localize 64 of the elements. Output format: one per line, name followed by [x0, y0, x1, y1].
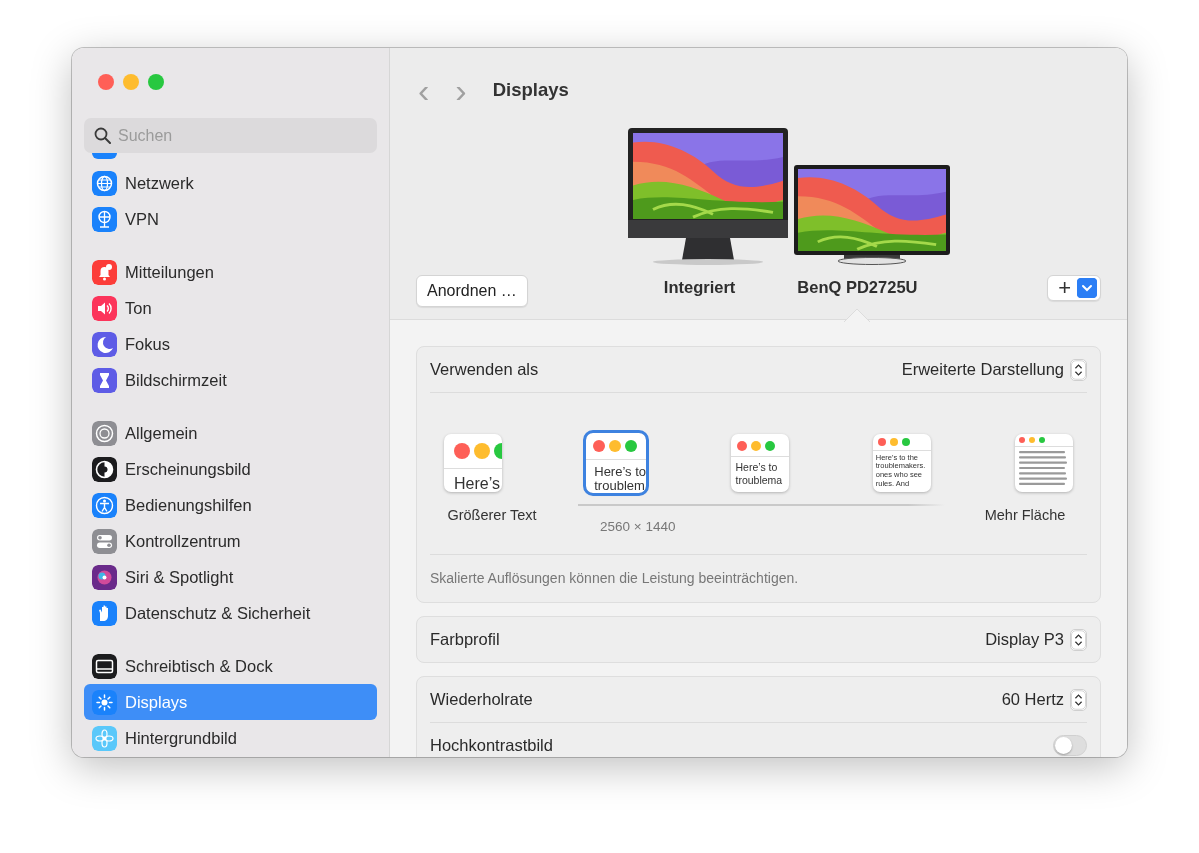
sidebar-item[interactable]: Bildschirmzeit [84, 362, 377, 398]
resolution-text: 2560 × 1440 [600, 518, 677, 536]
window-button[interactable] [148, 74, 164, 90]
sidebar-item[interactable]: Datenschutz & Sicherheit [84, 595, 377, 631]
sidebar-item[interactable]: Allgemein [84, 415, 377, 451]
use-as-popup[interactable]: Erweiterte Darstellung [901, 357, 1087, 382]
sidebar-item[interactable]: Fokus [84, 326, 377, 362]
scaling-option[interactable]: Here’s to troublem [586, 432, 647, 493]
display-tab[interactable]: BenQ PD2725U [797, 275, 918, 300]
window-dot [473, 442, 490, 459]
window-dot [593, 439, 606, 452]
scaling-option[interactable] [1015, 433, 1073, 492]
sample-text: Here’s to troublem [593, 462, 647, 493]
sidebar-item[interactable]: Hintergrundbild [84, 720, 377, 756]
stepper-icon [1070, 688, 1087, 711]
window-dot [453, 442, 470, 459]
sidebar-item[interactable]: Schreibtisch & Dock [84, 648, 377, 684]
refresh-rate-label: Wiederholrate [430, 689, 533, 711]
refresh-rate-popup[interactable]: 60 Hertz [1001, 687, 1087, 712]
arrange-button[interactable]: Anordnen … [416, 275, 528, 307]
app-icon [92, 153, 117, 159]
search-field[interactable]: Suchen [84, 118, 377, 153]
scale-label: Größerer Text [446, 506, 538, 525]
window-button[interactable] [123, 74, 139, 90]
monitor-drawing[interactable] [793, 165, 950, 265]
sidebar-item[interactable]: Siri & Spotlight [84, 559, 377, 595]
add-button[interactable]: + [1047, 275, 1101, 301]
color-profile-label: Farbprofil [430, 629, 500, 651]
scaling-option[interactable]: Here’s [444, 433, 502, 492]
high-contrast-label: Hochkontrastbild [430, 735, 553, 757]
sidebar-item[interactable]: Netzwerk [84, 165, 377, 201]
scaling-option[interactable]: Here’s to troublema [730, 433, 789, 492]
toggle-switch[interactable] [1053, 735, 1087, 756]
note-text: Skalierte Auflösungen können die Leistung beeinträchtigen. [430, 554, 1087, 602]
window-dot [1038, 437, 1045, 443]
use-as-label: Verwenden als [430, 359, 539, 381]
sidebar-item[interactable]: Bedienungshilfen [84, 487, 377, 523]
page-title: Displays [492, 78, 569, 103]
window-dot [1028, 437, 1035, 443]
stepper-icon [1070, 628, 1087, 651]
window-dot [609, 439, 622, 452]
scale-label: Mehr Fläche [983, 506, 1067, 525]
window-dot [750, 440, 761, 451]
sample-text: Here’s [453, 473, 501, 492]
window-dot [764, 440, 775, 451]
sidebar-item[interactable]: Mitteilungen [84, 254, 377, 290]
sidebar-item[interactable]: Erscheinungsbild [84, 451, 377, 487]
window-button[interactable] [98, 74, 114, 90]
window-dot [625, 439, 638, 452]
sample-text: Here’s to troublema [734, 460, 784, 488]
computer-drawing[interactable] [627, 128, 788, 265]
chevron-down-icon [1077, 278, 1097, 298]
sidebar-item[interactable]: Kontrollzentrum [84, 523, 377, 559]
window-dot [877, 437, 886, 446]
sidebar-item[interactable]: VPN [84, 201, 377, 237]
window-dot [736, 440, 747, 451]
stepper-icon [1070, 358, 1087, 381]
sidebar-item[interactable]: Ton [84, 290, 377, 326]
color-profile-popup[interactable]: Display P3 [985, 627, 1087, 652]
window-dot [889, 437, 898, 446]
display-tab[interactable]: Integriert [663, 275, 736, 300]
window-dot [1018, 437, 1025, 443]
window-dot [901, 437, 910, 446]
text-lines-icon [1019, 449, 1069, 488]
